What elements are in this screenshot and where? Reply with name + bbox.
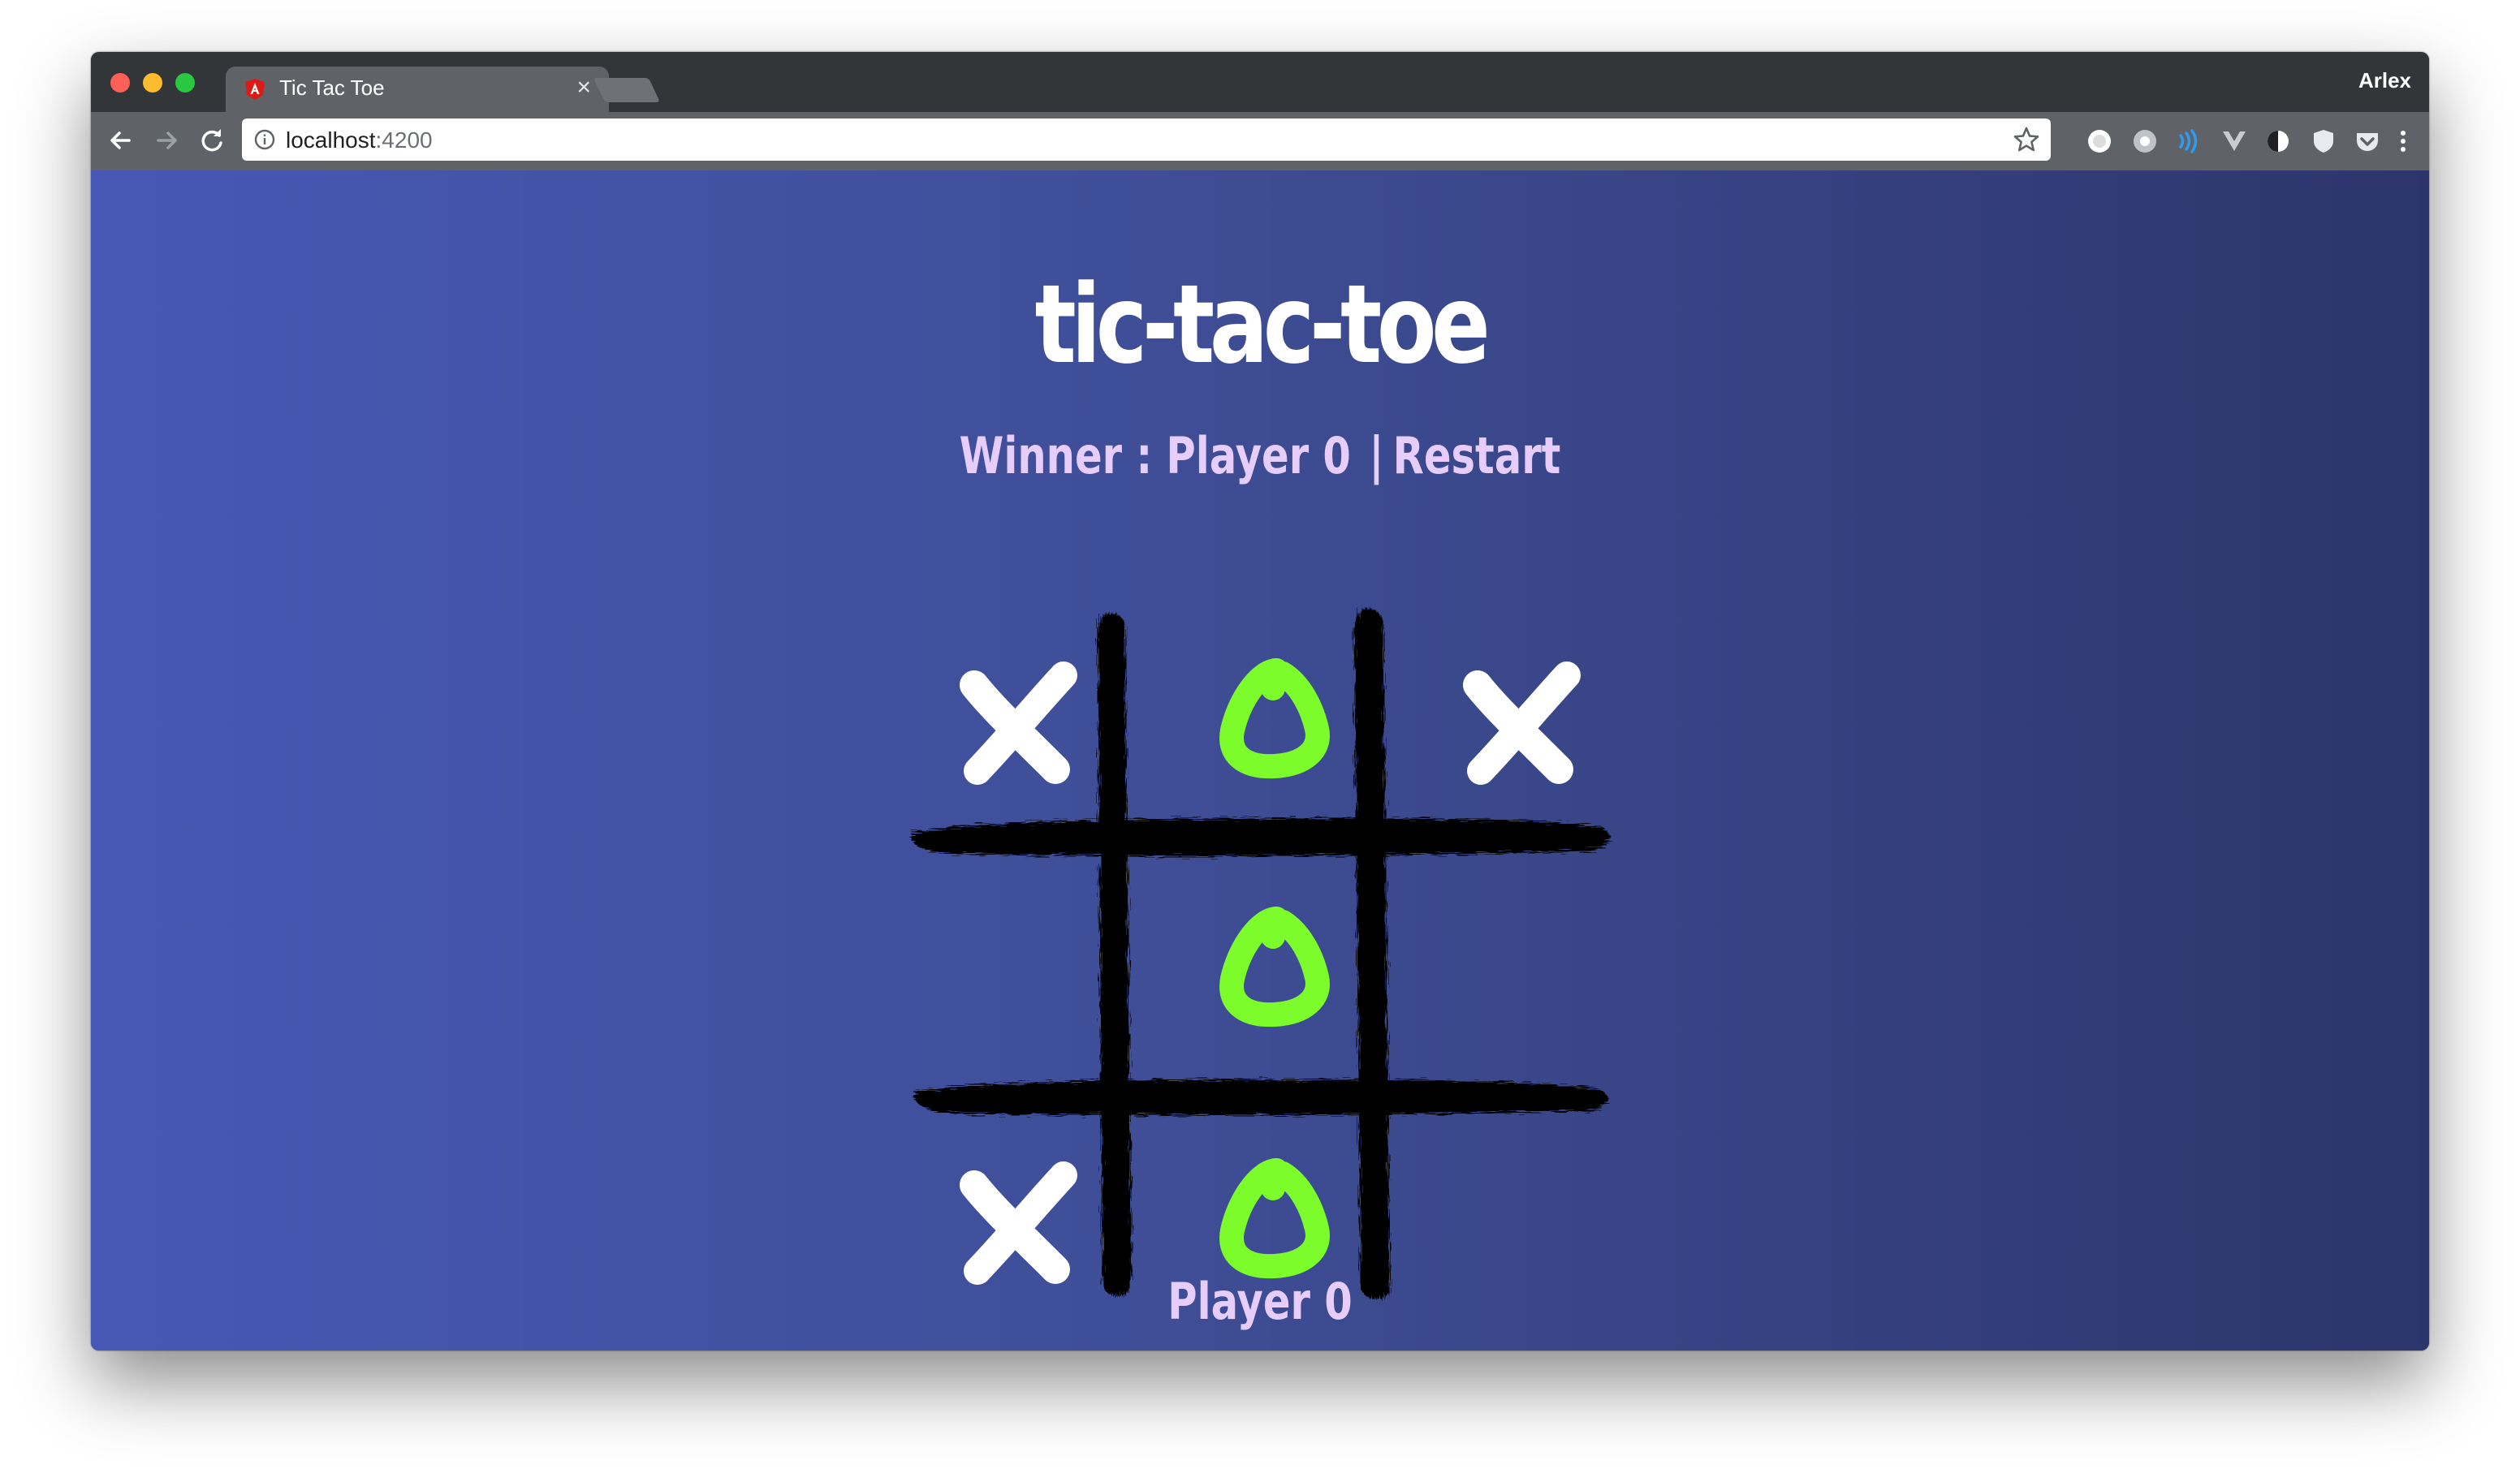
game-board xyxy=(906,605,1637,1328)
extension-grey-icon[interactable] xyxy=(2129,125,2161,157)
angular-icon xyxy=(245,79,265,100)
browser-window: Tic Tac Toe × Arlex localhost:4200 tic-t… xyxy=(91,52,2429,1351)
vue-devtools-icon[interactable] xyxy=(2218,125,2250,157)
extension-circle-icon[interactable] xyxy=(2083,125,2116,157)
minimize-window-button[interactable] xyxy=(143,73,162,93)
pocket-icon[interactable] xyxy=(2351,125,2384,157)
x-mark-strokes xyxy=(960,1161,1077,1285)
tab-strip: Tic Tac Toe × Arlex xyxy=(91,52,2429,112)
profile-name[interactable]: Arlex xyxy=(2358,68,2411,93)
tab-tic-tac-toe[interactable]: Tic Tac Toe × xyxy=(226,67,609,112)
bookmark-star-icon[interactable] xyxy=(2010,123,2043,156)
board-cell-1[interactable] xyxy=(911,617,1122,828)
board-cell-4[interactable] xyxy=(911,865,1122,1076)
menu-dots-icon[interactable] xyxy=(2393,125,2413,157)
reload-icon[interactable] xyxy=(193,122,231,159)
board-cell-5[interactable] xyxy=(1167,865,1379,1076)
url-text: localhost:4200 xyxy=(286,127,433,153)
x-mark-icon xyxy=(1463,661,1581,785)
wave-extension-icon[interactable] xyxy=(2173,125,2205,157)
o-stroke xyxy=(1219,1158,1330,1279)
o-stroke xyxy=(1219,658,1330,779)
info-icon[interactable] xyxy=(253,128,276,151)
status-separator: | xyxy=(1369,426,1384,485)
board-cell-2[interactable] xyxy=(1167,617,1379,828)
o-mark-icon xyxy=(1219,907,1330,1027)
o-mark-icon xyxy=(1219,658,1330,779)
dark-mode-icon[interactable] xyxy=(2262,125,2294,157)
x-mark-strokes xyxy=(960,661,1077,785)
maximize-window-button[interactable] xyxy=(175,73,195,93)
forward-arrow-icon[interactable] xyxy=(148,122,185,159)
board-cell-3[interactable] xyxy=(1414,617,1625,828)
current-player: Player 0 xyxy=(1167,1272,1353,1331)
game-title: tic-tac-toe xyxy=(1034,261,1491,388)
x-mark-strokes xyxy=(1463,661,1581,785)
status-line: Winner : Player 0 | Restart xyxy=(325,424,2195,489)
tab-title: Tic Tac Toe xyxy=(279,75,385,100)
url-port: :4200 xyxy=(375,127,433,153)
winner-text: Winner : Player 0 xyxy=(959,426,1351,485)
o-stroke xyxy=(1219,907,1330,1027)
page-content: tic-tac-toe Winner : Player 0 |Restart xyxy=(91,170,2429,1351)
empty-cell xyxy=(911,865,1122,1076)
x-mark-icon xyxy=(960,661,1077,785)
shield-icon[interactable] xyxy=(2307,125,2340,157)
tab-close-icon[interactable]: × xyxy=(576,73,591,102)
board-cell-6[interactable] xyxy=(1414,865,1625,1076)
back-arrow-icon[interactable] xyxy=(102,122,140,159)
url-host: localhost xyxy=(286,127,376,153)
address-bar[interactable]: localhost:4200 xyxy=(242,118,2051,161)
new-tab-button[interactable] xyxy=(593,78,660,102)
restart-button[interactable]: Restart xyxy=(1393,426,1561,485)
browser-toolbar: localhost:4200 xyxy=(91,112,2429,170)
empty-cell xyxy=(1414,865,1625,1076)
close-window-button[interactable] xyxy=(110,73,130,93)
